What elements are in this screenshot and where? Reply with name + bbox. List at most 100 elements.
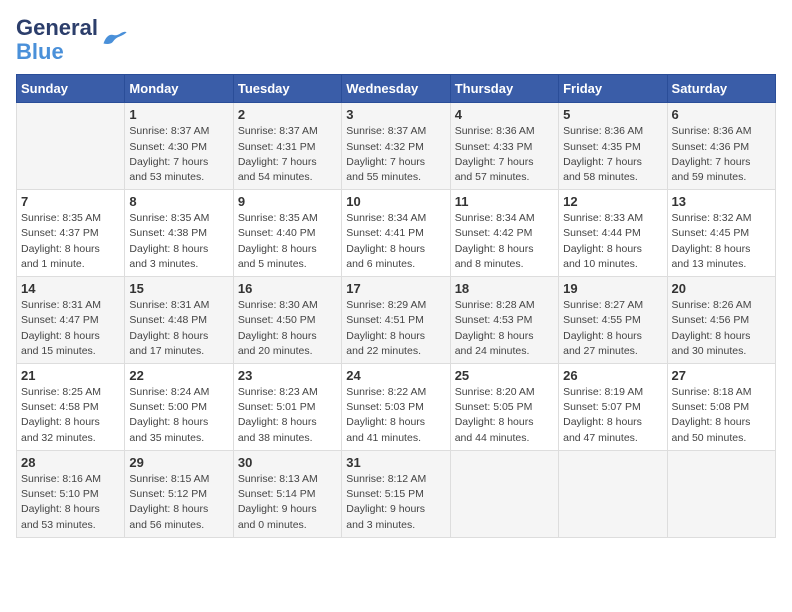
calendar-cell bbox=[667, 450, 775, 537]
day-info: Sunrise: 8:31 AMSunset: 4:48 PMDaylight:… bbox=[129, 298, 228, 359]
calendar-cell: 1 Sunrise: 8:37 AMSunset: 4:30 PMDaylight… bbox=[125, 103, 233, 190]
day-info: Sunrise: 8:20 AMSunset: 5:05 PMDaylight:… bbox=[455, 385, 554, 446]
calendar-cell: 5Sunrise: 8:36 AMSunset: 4:35 PMDaylight… bbox=[559, 103, 667, 190]
day-number: 13 bbox=[672, 194, 771, 209]
day-number: 27 bbox=[672, 368, 771, 383]
day-number: 3 bbox=[346, 107, 445, 122]
day-info: Sunrise: 8:30 AMSunset: 4:50 PMDaylight:… bbox=[238, 298, 337, 359]
page-header: GeneralBlue bbox=[16, 16, 776, 64]
day-number: 29 bbox=[129, 455, 228, 470]
day-info: Sunrise: 8:13 AMSunset: 5:14 PMDaylight:… bbox=[238, 472, 337, 533]
calendar-cell: 19 Sunrise: 8:27 AMSunset: 4:55 PMDayligh… bbox=[559, 277, 667, 364]
calendar-cell: 23 Sunrise: 8:23 AMSunset: 5:01 PMDayligh… bbox=[233, 364, 341, 451]
calendar-cell: 4 Sunrise: 8:36 AMSunset: 4:33 PMDaylight… bbox=[450, 103, 558, 190]
day-info: Sunrise: 8:22 AMSunset: 5:03 PMDaylight:… bbox=[346, 385, 445, 446]
calendar-day-header: Monday bbox=[125, 75, 233, 103]
day-number: 4 bbox=[455, 107, 554, 122]
day-info: Sunrise: 8:12 AMSunset: 5:15 PMDaylight:… bbox=[346, 472, 445, 533]
day-number: 16 bbox=[238, 281, 337, 296]
day-info: Sunrise: 8:25 AMSunset: 4:58 PMDaylight:… bbox=[21, 385, 120, 446]
day-info: Sunrise: 8:37 AMSunset: 4:32 PMDaylight:… bbox=[346, 124, 445, 185]
calendar-cell: 17Sunrise: 8:29 AMSunset: 4:51 PMDayligh… bbox=[342, 277, 450, 364]
calendar-cell: 30 Sunrise: 8:13 AMSunset: 5:14 PMDayligh… bbox=[233, 450, 341, 537]
calendar-day-header: Sunday bbox=[17, 75, 125, 103]
day-number: 11 bbox=[455, 194, 554, 209]
calendar-week-row: 21 Sunrise: 8:25 AMSunset: 4:58 PMDayligh… bbox=[17, 364, 776, 451]
calendar-header-row: SundayMondayTuesdayWednesdayThursdayFrid… bbox=[17, 75, 776, 103]
logo: GeneralBlue bbox=[16, 16, 128, 64]
day-info: Sunrise: 8:31 AMSunset: 4:47 PMDaylight:… bbox=[21, 298, 120, 359]
day-info: Sunrise: 8:37 AMSunset: 4:30 PMDaylight:… bbox=[129, 124, 228, 185]
day-info: Sunrise: 8:35 AMSunset: 4:37 PMDaylight:… bbox=[21, 211, 120, 272]
calendar-cell: 3 Sunrise: 8:37 AMSunset: 4:32 PMDaylight… bbox=[342, 103, 450, 190]
day-info: Sunrise: 8:26 AMSunset: 4:56 PMDaylight:… bbox=[672, 298, 771, 359]
logo-bird-icon bbox=[100, 29, 128, 51]
day-number: 14 bbox=[21, 281, 120, 296]
calendar-cell: 15 Sunrise: 8:31 AMSunset: 4:48 PMDayligh… bbox=[125, 277, 233, 364]
day-info: Sunrise: 8:37 AMSunset: 4:31 PMDaylight:… bbox=[238, 124, 337, 185]
calendar-cell: 25 Sunrise: 8:20 AMSunset: 5:05 PMDayligh… bbox=[450, 364, 558, 451]
calendar-cell: 12Sunrise: 8:33 AMSunset: 4:44 PMDayligh… bbox=[559, 190, 667, 277]
calendar-cell: 13Sunrise: 8:32 AMSunset: 4:45 PMDayligh… bbox=[667, 190, 775, 277]
calendar-cell: 6Sunrise: 8:36 AMSunset: 4:36 PMDaylight… bbox=[667, 103, 775, 190]
calendar-cell: 10 Sunrise: 8:34 AMSunset: 4:41 PMDayligh… bbox=[342, 190, 450, 277]
logo-text: GeneralBlue bbox=[16, 16, 98, 64]
day-info: Sunrise: 8:34 AMSunset: 4:42 PMDaylight:… bbox=[455, 211, 554, 272]
calendar-week-row: 1 Sunrise: 8:37 AMSunset: 4:30 PMDaylight… bbox=[17, 103, 776, 190]
calendar-cell bbox=[559, 450, 667, 537]
day-info: Sunrise: 8:24 AMSunset: 5:00 PMDaylight:… bbox=[129, 385, 228, 446]
calendar-cell: 27 Sunrise: 8:18 AMSunset: 5:08 PMDayligh… bbox=[667, 364, 775, 451]
day-info: Sunrise: 8:15 AMSunset: 5:12 PMDaylight:… bbox=[129, 472, 228, 533]
calendar-day-header: Saturday bbox=[667, 75, 775, 103]
calendar-day-header: Wednesday bbox=[342, 75, 450, 103]
day-number: 19 bbox=[563, 281, 662, 296]
calendar-cell: 8 Sunrise: 8:35 AMSunset: 4:38 PMDaylight… bbox=[125, 190, 233, 277]
calendar-cell bbox=[17, 103, 125, 190]
day-number: 10 bbox=[346, 194, 445, 209]
day-number: 15 bbox=[129, 281, 228, 296]
day-info: Sunrise: 8:27 AMSunset: 4:55 PMDaylight:… bbox=[563, 298, 662, 359]
day-info: Sunrise: 8:18 AMSunset: 5:08 PMDaylight:… bbox=[672, 385, 771, 446]
day-number: 18 bbox=[455, 281, 554, 296]
day-info: Sunrise: 8:35 AMSunset: 4:40 PMDaylight:… bbox=[238, 211, 337, 272]
day-info: Sunrise: 8:23 AMSunset: 5:01 PMDaylight:… bbox=[238, 385, 337, 446]
day-number: 28 bbox=[21, 455, 120, 470]
day-number: 31 bbox=[346, 455, 445, 470]
calendar-cell: 14 Sunrise: 8:31 AMSunset: 4:47 PMDayligh… bbox=[17, 277, 125, 364]
day-number: 5 bbox=[563, 107, 662, 122]
calendar-cell: 7 Sunrise: 8:35 AMSunset: 4:37 PMDaylight… bbox=[17, 190, 125, 277]
day-number: 1 bbox=[129, 107, 228, 122]
calendar-cell: 29 Sunrise: 8:15 AMSunset: 5:12 PMDayligh… bbox=[125, 450, 233, 537]
calendar-cell: 26Sunrise: 8:19 AMSunset: 5:07 PMDayligh… bbox=[559, 364, 667, 451]
day-info: Sunrise: 8:35 AMSunset: 4:38 PMDaylight:… bbox=[129, 211, 228, 272]
calendar-table: SundayMondayTuesdayWednesdayThursdayFrid… bbox=[16, 74, 776, 537]
day-info: Sunrise: 8:16 AMSunset: 5:10 PMDaylight:… bbox=[21, 472, 120, 533]
calendar-cell: 24 Sunrise: 8:22 AMSunset: 5:03 PMDayligh… bbox=[342, 364, 450, 451]
calendar-week-row: 7 Sunrise: 8:35 AMSunset: 4:37 PMDaylight… bbox=[17, 190, 776, 277]
day-number: 21 bbox=[21, 368, 120, 383]
calendar-week-row: 14 Sunrise: 8:31 AMSunset: 4:47 PMDayligh… bbox=[17, 277, 776, 364]
calendar-cell: 11 Sunrise: 8:34 AMSunset: 4:42 PMDayligh… bbox=[450, 190, 558, 277]
day-number: 23 bbox=[238, 368, 337, 383]
day-info: Sunrise: 8:34 AMSunset: 4:41 PMDaylight:… bbox=[346, 211, 445, 272]
calendar-cell bbox=[450, 450, 558, 537]
calendar-day-header: Thursday bbox=[450, 75, 558, 103]
day-number: 22 bbox=[129, 368, 228, 383]
calendar-cell: 9 Sunrise: 8:35 AMSunset: 4:40 PMDaylight… bbox=[233, 190, 341, 277]
day-number: 25 bbox=[455, 368, 554, 383]
day-info: Sunrise: 8:33 AMSunset: 4:44 PMDaylight:… bbox=[563, 211, 662, 272]
day-number: 2 bbox=[238, 107, 337, 122]
day-number: 7 bbox=[21, 194, 120, 209]
calendar-cell: 31 Sunrise: 8:12 AMSunset: 5:15 PMDayligh… bbox=[342, 450, 450, 537]
calendar-cell: 28 Sunrise: 8:16 AMSunset: 5:10 PMDayligh… bbox=[17, 450, 125, 537]
day-number: 17 bbox=[346, 281, 445, 296]
day-number: 30 bbox=[238, 455, 337, 470]
day-number: 8 bbox=[129, 194, 228, 209]
calendar-day-header: Tuesday bbox=[233, 75, 341, 103]
day-number: 9 bbox=[238, 194, 337, 209]
day-number: 6 bbox=[672, 107, 771, 122]
day-number: 24 bbox=[346, 368, 445, 383]
calendar-cell: 2 Sunrise: 8:37 AMSunset: 4:31 PMDaylight… bbox=[233, 103, 341, 190]
day-info: Sunrise: 8:36 AMSunset: 4:33 PMDaylight:… bbox=[455, 124, 554, 185]
calendar-cell: 20Sunrise: 8:26 AMSunset: 4:56 PMDayligh… bbox=[667, 277, 775, 364]
